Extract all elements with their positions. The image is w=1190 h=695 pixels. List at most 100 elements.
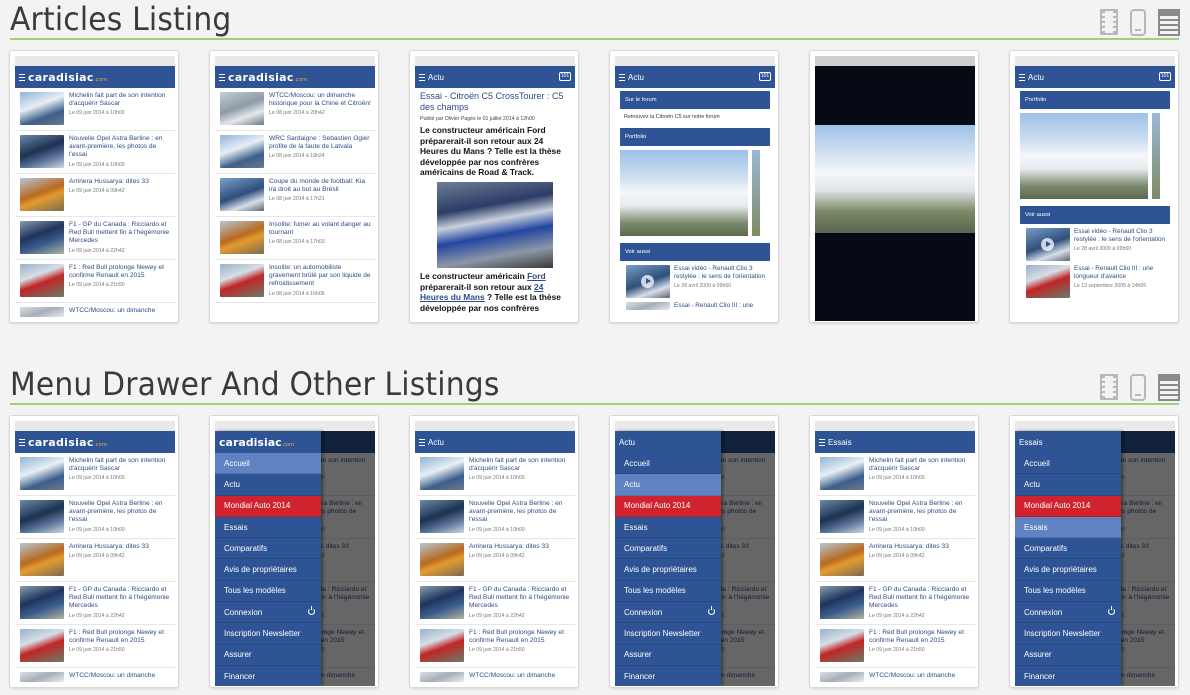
list-item[interactable]: Coupe du monde de football: Kia ira droi…	[215, 174, 375, 217]
hamburger-icon[interactable]	[819, 438, 825, 446]
hamburger-icon[interactable]	[19, 73, 25, 81]
fullscreen-photo[interactable]	[815, 125, 975, 233]
forum-link[interactable]: Retrouvez la Citroën C5 sur notre forum	[615, 109, 775, 125]
list-item[interactable]: F1 : Red Bull prolonge Newey et confirme…	[815, 625, 975, 668]
screenshot-card[interactable]	[809, 50, 979, 323]
list-item[interactable]: Insolite: fumer au volant danger au tour…	[215, 217, 375, 260]
film-strip-icon[interactable]	[1100, 374, 1118, 400]
film-strip-icon[interactable]	[1100, 9, 1118, 35]
hamburger-icon[interactable]	[219, 73, 225, 81]
menu-item[interactable]: Tous les modèles	[1015, 581, 1121, 603]
list-item[interactable]: F1 - GP du Canada : Ricciardo et Red Bul…	[15, 582, 175, 625]
menu-item[interactable]: Essais	[215, 517, 321, 539]
list-item[interactable]: F1 : Red Bull prolonge Newey et confirme…	[415, 625, 575, 668]
comments-icon[interactable]: 101	[759, 72, 771, 81]
list-item[interactable]: WTCC/Moscou: un dimanche historique pour…	[215, 88, 375, 131]
portfolio-photo-next[interactable]	[1152, 113, 1160, 199]
portfolio-photo[interactable]	[1020, 113, 1148, 199]
portfolio-gallery[interactable]	[615, 146, 775, 240]
menu-item[interactable]: Assurer	[1015, 645, 1121, 666]
tablet-icon[interactable]	[1158, 8, 1180, 36]
menu-item[interactable]: Avis de propriétaires	[615, 559, 721, 581]
menu-item[interactable]: Avis de propriétaires	[215, 559, 321, 581]
screenshot-card[interactable]: Actu 101 Sur le forum Retrouvez la Citro…	[609, 50, 779, 323]
list-item[interactable]: F1 : Red Bull prolonge Newey et confirme…	[15, 260, 175, 303]
menu-item[interactable]: Financer	[215, 666, 321, 686]
menu-item[interactable]: Assurer	[215, 645, 321, 666]
list-item[interactable]: Michelin fait part de son intention d'ac…	[815, 453, 975, 496]
menu-item[interactable]: Inscription Newsletter	[1015, 623, 1121, 645]
screenshot-card[interactable]: caradisiac.comMichelin fait part de son …	[9, 415, 179, 688]
hamburger-icon[interactable]	[419, 73, 425, 81]
screenshot-card[interactable]: Actu 101 Portfolio Voir aussi Essai vidé…	[1009, 50, 1179, 323]
hamburger-icon[interactable]	[619, 73, 625, 81]
menu-item[interactable]: Actu	[615, 474, 721, 496]
portfolio-photo[interactable]	[620, 150, 748, 236]
screenshot-card[interactable]: EssaisMichelin fait part de son intentio…	[1009, 415, 1179, 688]
tablet-icon[interactable]	[1158, 373, 1180, 401]
menu-item[interactable]: Assurer	[615, 645, 721, 666]
menu-item[interactable]: Financer	[615, 666, 721, 686]
list-item[interactable]: Michelin fait part de son intention d'ac…	[415, 453, 575, 496]
list-item[interactable]: Insolite: un automobiliste gravement brû…	[215, 260, 375, 303]
menu-item[interactable]: Comparatifs	[615, 538, 721, 560]
list-item[interactable]: F1 - GP du Canada : Ricciardo et Red Bul…	[815, 582, 975, 625]
list-item[interactable]: Nouvelle Opel Astra Berline : en avant-p…	[815, 496, 975, 539]
list-item[interactable]: Nouvelle Opel Astra Berline : en avant-p…	[15, 131, 175, 174]
hamburger-icon[interactable]	[419, 438, 425, 446]
article-link-ford[interactable]: Ford	[527, 271, 546, 281]
list-item[interactable]: WTCC/Moscou: un dimanche	[415, 668, 575, 682]
screenshot-card[interactable]: Actu 101 Essai - Citroën C5 CrossTourer …	[409, 50, 579, 323]
hamburger-icon[interactable]	[1019, 73, 1025, 81]
menu-item[interactable]: Accueil	[615, 453, 721, 475]
screenshot-card[interactable]: caradisiac.com WTCC/Moscou: un dimanche …	[209, 50, 379, 323]
menu-item[interactable]: Actu	[215, 474, 321, 496]
list-item[interactable]: Nouvelle Opel Astra Berline : en avant-p…	[415, 496, 575, 539]
screenshot-card[interactable]: EssaisMichelin fait part de son intentio…	[809, 415, 979, 688]
menu-item[interactable]: Avis de propriétaires	[1015, 559, 1121, 581]
list-item[interactable]: Arrinera Hussarya: dites 33 Le 09 juin 20…	[15, 174, 175, 217]
list-item[interactable]: Arrinera Hussarya: dites 33 Le 09 juin 20…	[415, 539, 575, 582]
menu-item[interactable]: Mondial Auto 2014	[215, 495, 321, 517]
list-item[interactable]: F1 - GP du Canada : Ricciardo et Red Bul…	[15, 217, 175, 260]
list-item[interactable]: WTCC/Moscou: un dimanche	[815, 668, 975, 682]
phone-icon[interactable]	[1130, 8, 1146, 36]
hamburger-icon[interactable]	[19, 438, 25, 446]
menu-item[interactable]: Connexion	[215, 602, 321, 624]
list-item[interactable]: WRC Sardaigne : Sebastien Ogier profite …	[215, 131, 375, 174]
screenshot-card[interactable]: ActuMichelin fait part de son intention …	[609, 415, 779, 688]
menu-item[interactable]: Essais	[615, 517, 721, 539]
menu-item[interactable]: Tous les modèles	[615, 581, 721, 603]
portfolio-gallery[interactable]	[1015, 109, 1175, 203]
related-item[interactable]: Essai vidéo - Renault Clio 3 restylée : …	[1015, 224, 1175, 261]
list-item[interactable]: Arrinera Hussarya: dites 33 Le 09 juin 20…	[815, 539, 975, 582]
menu-item[interactable]: Accueil	[215, 453, 321, 475]
related-item[interactable]: Essai vidéo - Renault Clio 3 restylée : …	[615, 261, 775, 298]
menu-item[interactable]: Actu	[1015, 474, 1121, 496]
comments-icon[interactable]: 101	[559, 72, 571, 81]
screenshot-card[interactable]: caradisiac.comMichelin fait part de son …	[209, 415, 379, 688]
menu-item[interactable]: Mondial Auto 2014	[615, 495, 721, 517]
screenshot-card[interactable]: ActuMichelin fait part de son intention …	[409, 415, 579, 688]
phone-icon[interactable]	[1130, 373, 1146, 401]
menu-item[interactable]: Inscription Newsletter	[215, 623, 321, 645]
list-item[interactable]: Michelin fait part de son intention d'ac…	[15, 453, 175, 496]
comments-icon[interactable]: 101	[1159, 72, 1171, 81]
list-item[interactable]: F1 - GP du Canada : Ricciardo et Red Bul…	[415, 582, 575, 625]
list-item[interactable]: Michelin fait part de son intention d'ac…	[15, 88, 175, 131]
menu-item[interactable]: Connexion	[1015, 602, 1121, 624]
screenshot-card[interactable]: caradisiac.com Michelin fait part de son…	[9, 50, 179, 323]
menu-item[interactable]: Connexion	[615, 602, 721, 624]
list-item[interactable]: Nouvelle Opel Astra Berline : en avant-p…	[15, 496, 175, 539]
menu-item[interactable]: Mondial Auto 2014	[1015, 495, 1121, 517]
list-item[interactable]: Arrinera Hussarya: dites 33 Le 09 juin 20…	[15, 539, 175, 582]
related-item[interactable]: Essai - Renault Clio III : une	[615, 298, 775, 310]
menu-item[interactable]: Essais	[1015, 516, 1121, 539]
list-item[interactable]: F1 : Red Bull prolonge Newey et confirme…	[15, 625, 175, 668]
menu-item[interactable]: Tous les modèles	[215, 581, 321, 603]
menu-item[interactable]: Accueil	[1015, 453, 1121, 475]
menu-item[interactable]: Inscription Newsletter	[615, 623, 721, 645]
list-item[interactable]: WTCC/Moscou: un dimanche	[15, 303, 175, 317]
menu-item[interactable]: Financer	[1015, 666, 1121, 686]
menu-item[interactable]: Comparatifs	[1015, 538, 1121, 560]
